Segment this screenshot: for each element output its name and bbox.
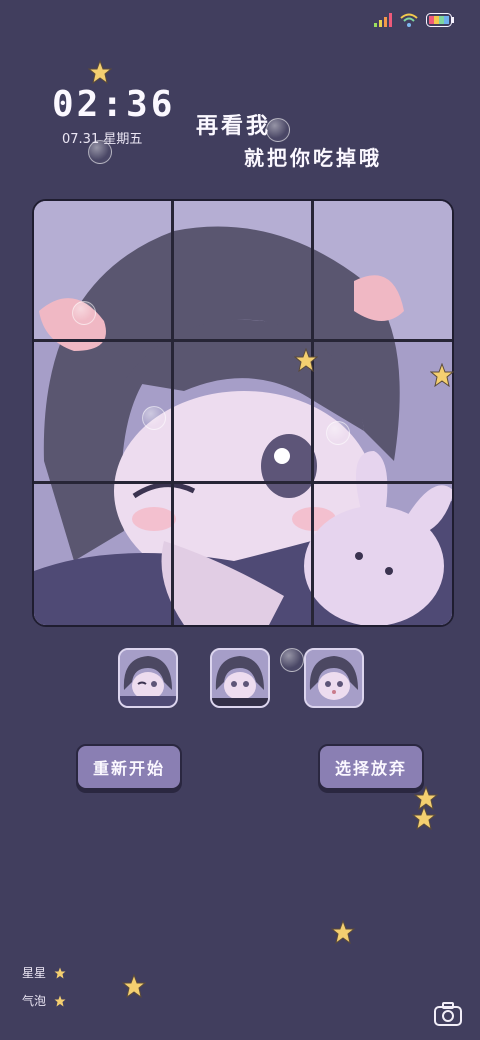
battery-icon <box>426 12 454 31</box>
puzzle-thumbnail-2[interactable] <box>210 648 270 708</box>
puzzle-image <box>34 201 452 625</box>
tile-divider <box>171 201 174 625</box>
tile-divider <box>34 339 452 342</box>
bubbles-toggle[interactable]: 气泡 <box>22 992 66 1009</box>
give-up-button[interactable]: 选择放弃 <box>318 744 424 790</box>
star-icon <box>54 995 66 1006</box>
bubble-icon <box>72 301 96 325</box>
bubble-icon <box>142 406 166 430</box>
bubble-icon <box>280 648 304 672</box>
camera-icon <box>434 1002 462 1026</box>
star-icon <box>294 348 318 372</box>
camera-button[interactable] <box>434 1002 462 1030</box>
tile-divider <box>34 481 452 484</box>
puzzle-thumbnail-3[interactable] <box>304 648 364 708</box>
stars-toggle[interactable]: 星星 <box>22 964 66 981</box>
star-icon <box>88 60 112 84</box>
signal-icon <box>374 12 392 31</box>
stars-label: 星星 <box>22 966 47 980</box>
star-icon <box>122 974 146 998</box>
message-line-2: 就把你吃掉哦 <box>244 146 382 170</box>
clock-date: 07.31 星期五 <box>62 132 143 147</box>
clock-time: 02:36 <box>52 84 176 125</box>
star-icon <box>412 806 436 830</box>
message-line-1: 再看我 <box>196 114 272 139</box>
puzzle-thumbnail-1[interactable] <box>118 648 178 708</box>
restart-button[interactable]: 重新开始 <box>76 744 182 790</box>
wifi-icon <box>400 12 418 31</box>
bubble-icon <box>326 421 350 445</box>
tile-divider <box>311 201 314 625</box>
puzzle-board[interactable] <box>32 199 454 627</box>
star-icon <box>430 363 454 387</box>
star-icon <box>54 967 66 978</box>
status-bar <box>374 12 454 30</box>
bubbles-label: 气泡 <box>22 994 47 1008</box>
star-icon <box>331 920 355 944</box>
